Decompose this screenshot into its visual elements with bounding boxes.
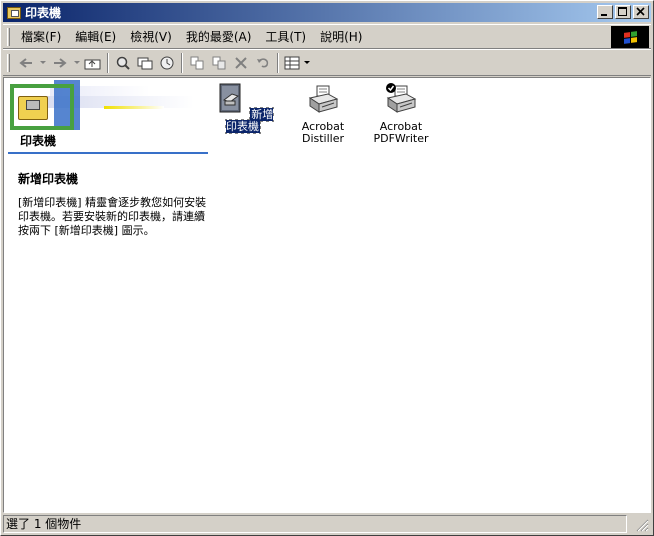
views-button[interactable] <box>282 53 302 73</box>
title-buttons <box>595 5 649 19</box>
minimize-icon <box>601 14 607 16</box>
windows-flag-icon <box>623 30 637 44</box>
resize-grip-icon[interactable] <box>635 518 649 532</box>
title-bar[interactable]: 印表機 <box>3 3 651 22</box>
window-title: 印表機 <box>25 6 62 20</box>
forward-button[interactable] <box>48 53 72 73</box>
toolbar-separator <box>277 52 279 73</box>
delete-button[interactable] <box>230 53 252 73</box>
explorer-window: 印表機 檔案(F) 編輯(E) 檢視(V) 我的最愛(A) 工具(T) 說明(H… <box>0 0 654 536</box>
undo-icon <box>257 57 269 67</box>
acrobat-pdfwriter-label[interactable]: Acrobat PDFWriter <box>366 121 436 145</box>
menu-help[interactable]: 說明(H) <box>313 28 369 45</box>
search-button[interactable] <box>112 53 134 73</box>
menu-bar: 檔案(F) 編輯(E) 檢視(V) 我的最愛(A) 工具(T) 說明(H) <box>3 24 651 49</box>
pane-heading: 新增印表機 <box>18 172 79 186</box>
menu-grip[interactable] <box>7 27 10 46</box>
folders-button[interactable] <box>134 53 156 73</box>
close-icon <box>636 7 645 16</box>
menu-favorites[interactable]: 我的最愛(A) <box>179 28 259 45</box>
menu-view[interactable]: 檢視(V) <box>123 28 179 45</box>
delete-icon <box>235 56 247 69</box>
back-button[interactable] <box>14 53 38 73</box>
move-to-icon <box>190 56 204 69</box>
printer-icon <box>308 85 339 113</box>
minimize-button[interactable] <box>597 5 613 19</box>
history-icon <box>160 56 174 69</box>
search-icon <box>116 56 130 70</box>
menu-file[interactable]: 檔案(F) <box>14 28 68 45</box>
toolbar <box>3 49 651 76</box>
chevron-down-icon <box>74 60 80 64</box>
status-bar: 選了 1 個物件 <box>3 514 651 534</box>
back-dropdown[interactable] <box>38 53 48 73</box>
pane-divider <box>8 152 208 154</box>
folders-icon <box>137 57 153 69</box>
undo-button[interactable] <box>252 53 274 73</box>
history-button[interactable] <box>156 53 178 73</box>
forward-dropdown[interactable] <box>72 53 82 73</box>
acrobat-distiller-label[interactable]: Acrobat Distiller <box>288 121 358 145</box>
pane-title: 印表機 <box>20 134 57 148</box>
toolbar-separator <box>107 52 109 73</box>
windows-logo <box>611 26 649 48</box>
maximize-button[interactable] <box>615 5 631 19</box>
status-text: 選了 1 個物件 <box>3 515 627 533</box>
folder-view[interactable]: 印表機 新增印表機 [新增印表機] 精靈會逐步教您如何安裝印表機。若要安裝新的印… <box>3 77 651 513</box>
acrobat-pdfwriter-item[interactable]: Acrobat PDFWriter <box>366 82 436 145</box>
printers-folder-icon[interactable] <box>7 6 21 19</box>
add-printer-item[interactable]: 新增印表機 <box>208 82 278 134</box>
views-icon <box>284 56 300 69</box>
forward-icon <box>54 57 67 68</box>
printers-folder-icon <box>10 80 80 130</box>
add-printer-icon <box>219 83 241 113</box>
toolbar-separator <box>181 52 183 73</box>
chevron-down-icon <box>40 60 46 64</box>
copy-to-icon <box>212 56 226 69</box>
acrobat-distiller-item[interactable]: Acrobat Distiller <box>288 82 358 145</box>
chevron-down-icon <box>304 60 310 64</box>
up-button[interactable] <box>82 53 104 73</box>
up-folder-icon <box>84 59 101 69</box>
move-to-button[interactable] <box>186 53 208 73</box>
toolbar-grip[interactable] <box>7 53 10 72</box>
default-printer-icon <box>386 83 417 113</box>
maximize-icon <box>618 7 627 16</box>
pane-description: [新增印表機] 精靈會逐步教您如何安裝印表機。若要安裝新的印表機，請連續按兩下 … <box>18 196 207 237</box>
back-icon <box>19 57 32 68</box>
menu-edit[interactable]: 編輯(E) <box>68 28 123 45</box>
menu-tools[interactable]: 工具(T) <box>258 28 313 45</box>
copy-to-button[interactable] <box>208 53 230 73</box>
views-dropdown[interactable] <box>302 53 312 73</box>
close-button[interactable] <box>633 5 649 19</box>
